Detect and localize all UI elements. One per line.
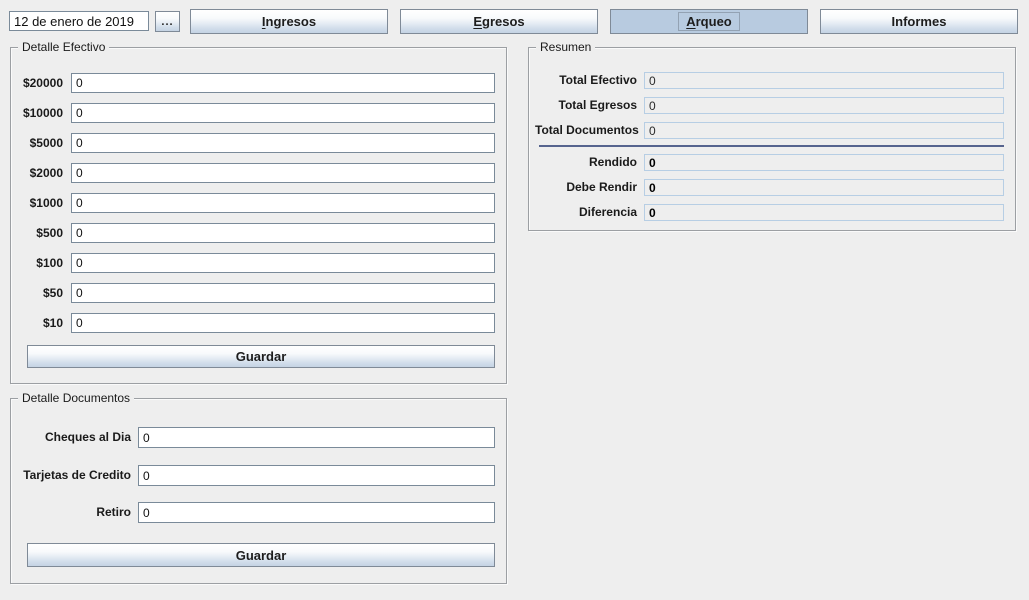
date-picker-button[interactable]: ... xyxy=(155,11,180,32)
nav-buttons: Ingresos Egresos Arqueo Informes xyxy=(190,9,1018,34)
guardar-efectivo-button[interactable]: Guardar xyxy=(27,345,495,368)
denomination-input-10000[interactable] xyxy=(71,103,495,123)
summary-value-total-efectivo xyxy=(644,72,1004,89)
denomination-input-20000[interactable] xyxy=(71,73,495,93)
nav-button-egresos[interactable]: Egresos xyxy=(400,9,598,34)
summary-value-total-egresos xyxy=(644,97,1004,114)
denomination-input-50[interactable] xyxy=(71,283,495,303)
document-label: Cheques al Dia xyxy=(17,427,131,448)
nav-button-informes[interactable]: Informes xyxy=(820,9,1018,34)
detalle-documentos-panel: Detalle Documentos Cheques al DiaTarjeta… xyxy=(10,398,507,584)
summary-value-rendido xyxy=(644,154,1004,171)
nav-button-arqueo[interactable]: Arqueo xyxy=(610,9,808,34)
denomination-input-5000[interactable] xyxy=(71,133,495,153)
summary-label: Debe Rendir xyxy=(535,179,637,196)
summary-label: Total Documentos xyxy=(535,122,637,139)
denomination-label: $1000 xyxy=(17,193,63,213)
document-input-tarjetas-de-credito[interactable] xyxy=(138,465,495,486)
denomination-input-10[interactable] xyxy=(71,313,495,333)
denomination-label: $10 xyxy=(17,313,63,333)
summary-value-debe-rendir xyxy=(644,179,1004,196)
denomination-label: $2000 xyxy=(17,163,63,183)
nav-button-label: Egresos xyxy=(465,12,532,31)
denomination-input-500[interactable] xyxy=(71,223,495,243)
summary-label: Total Egresos xyxy=(535,97,637,114)
denomination-label: $20000 xyxy=(17,73,63,93)
document-input-retiro[interactable] xyxy=(138,502,495,523)
summary-label: Total Efectivo xyxy=(535,72,637,89)
resumen-panel: Resumen Total EfectivoTotal EgresosTotal… xyxy=(528,47,1016,231)
detalle-documentos-title: Detalle Documentos xyxy=(18,391,134,405)
date-input[interactable] xyxy=(9,11,149,31)
denomination-input-2000[interactable] xyxy=(71,163,495,183)
denomination-label: $50 xyxy=(17,283,63,303)
document-input-cheques-al-dia[interactable] xyxy=(138,427,495,448)
detalle-efectivo-panel: Detalle Efectivo $20000$10000$5000$2000$… xyxy=(10,47,507,384)
denomination-input-100[interactable] xyxy=(71,253,495,273)
nav-button-label: Ingresos xyxy=(254,12,324,31)
nav-button-label: Arqueo xyxy=(678,12,740,31)
document-label: Retiro xyxy=(17,502,131,523)
resumen-separator xyxy=(539,145,1004,147)
denomination-label: $100 xyxy=(17,253,63,273)
denomination-label: $10000 xyxy=(17,103,63,123)
denomination-label: $5000 xyxy=(17,133,63,153)
nav-button-ingresos[interactable]: Ingresos xyxy=(190,9,388,34)
nav-button-label: Informes xyxy=(884,12,955,31)
summary-label: Diferencia xyxy=(535,204,637,221)
denomination-label: $500 xyxy=(17,223,63,243)
summary-value-diferencia xyxy=(644,204,1004,221)
guardar-documentos-button[interactable]: Guardar xyxy=(27,543,495,567)
document-label: Tarjetas de Credito xyxy=(17,465,131,486)
summary-label: Rendido xyxy=(535,154,637,171)
resumen-title: Resumen xyxy=(536,40,595,54)
denomination-input-1000[interactable] xyxy=(71,193,495,213)
detalle-efectivo-title: Detalle Efectivo xyxy=(18,40,109,54)
summary-value-total-documentos xyxy=(644,122,1004,139)
